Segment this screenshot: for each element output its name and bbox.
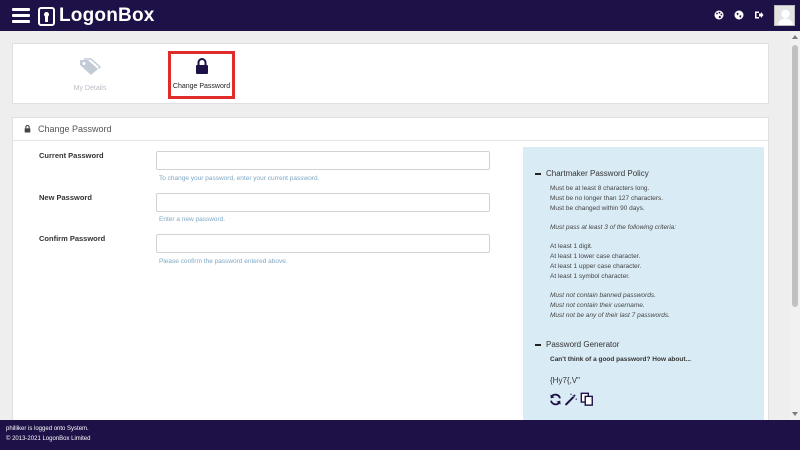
current-password-input[interactable]: [156, 151, 490, 170]
policy-heading[interactable]: Chartmaker Password Policy: [535, 169, 649, 178]
keyhole-icon: [38, 6, 55, 26]
confirm-password-label: Confirm Password: [39, 234, 106, 243]
current-password-label: Current Password: [39, 151, 104, 160]
policy-restriction: Must not contain banned passwords.: [550, 292, 656, 299]
collapse-minus-icon[interactable]: [535, 343, 541, 346]
policy-heading-text: Chartmaker Password Policy: [546, 169, 649, 178]
tab-change-password-label: Change Password: [172, 83, 231, 90]
user-avatar[interactable]: [774, 5, 795, 26]
generator-heading-text: Password Generator: [546, 340, 620, 349]
tab-my-details-label: My Details: [73, 85, 107, 92]
new-password-help: Enter a new password.: [159, 216, 226, 223]
policy-criterion: At least 1 upper case character.: [550, 263, 642, 270]
palette-icon[interactable]: [714, 10, 724, 20]
sign-out-icon[interactable]: [754, 10, 764, 20]
password-policy-box: Chartmaker Password Policy Must be at le…: [523, 147, 764, 428]
policy-criteria-intro: Must pass at least 3 of the following cr…: [550, 224, 677, 231]
confirm-password-input[interactable]: [156, 234, 490, 253]
login-status: philliker is logged onto System.: [6, 426, 89, 432]
new-password-label: New Password: [39, 193, 92, 202]
policy-criterion: At least 1 digit.: [550, 243, 593, 250]
scroll-thumb[interactable]: [792, 45, 798, 307]
profile-tabs-panel: My Details Change Password: [12, 43, 769, 104]
lock-icon: [24, 125, 31, 133]
policy-criterion: At least 1 symbol character.: [550, 273, 630, 280]
magic-wand-icon[interactable]: [564, 393, 578, 406]
panel-title: Change Password: [38, 124, 112, 134]
policy-rule: Must be at least 8 characters long.: [550, 185, 650, 192]
user-silhouette-icon: [775, 6, 794, 25]
collapse-minus-icon[interactable]: [535, 172, 541, 175]
page-scrollbar[interactable]: [790, 31, 800, 420]
refresh-icon[interactable]: [549, 393, 562, 406]
generated-password: {Hy7{,V": [550, 376, 580, 385]
page-footer: philliker is logged onto System. © 2013-…: [0, 420, 800, 450]
scroll-down-arrow-icon[interactable]: [792, 412, 798, 416]
generator-heading[interactable]: Password Generator: [535, 340, 619, 349]
lock-icon: [195, 58, 208, 74]
policy-rule: Must be changed within 90 days.: [550, 205, 645, 212]
change-password-panel: Change Password Current Password To chan…: [12, 117, 769, 428]
brand-logo[interactable]: LogonBox: [38, 5, 155, 27]
tag-icon: [80, 58, 102, 75]
current-password-help: To change your password, enter your curr…: [159, 175, 320, 182]
panel-header: Change Password: [13, 118, 768, 141]
policy-restriction: Must not contain their username.: [550, 302, 645, 309]
policy-criterion: At least 1 lower case character.: [550, 253, 641, 260]
globe-icon[interactable]: [734, 10, 744, 20]
new-password-input[interactable]: [156, 193, 490, 212]
policy-rule: Must be no longer than 127 characters.: [550, 195, 664, 202]
copyright: © 2013-2021 LogonBox Limited: [6, 436, 91, 442]
tab-my-details[interactable]: My Details: [30, 44, 150, 104]
generator-prompt: Can't think of a good password? How abou…: [550, 356, 691, 363]
top-navbar: LogonBox: [0, 0, 800, 31]
tab-change-password[interactable]: Change Password: [168, 51, 235, 99]
copy-icon[interactable]: [580, 392, 594, 406]
hamburger-menu-icon[interactable]: [12, 8, 30, 23]
policy-restriction: Must not be any of their last 7 password…: [550, 312, 670, 319]
brand-name: LogonBox: [59, 5, 155, 26]
confirm-password-help: Please confirm the password entered abov…: [159, 258, 288, 265]
scroll-up-arrow-icon[interactable]: [792, 35, 798, 39]
